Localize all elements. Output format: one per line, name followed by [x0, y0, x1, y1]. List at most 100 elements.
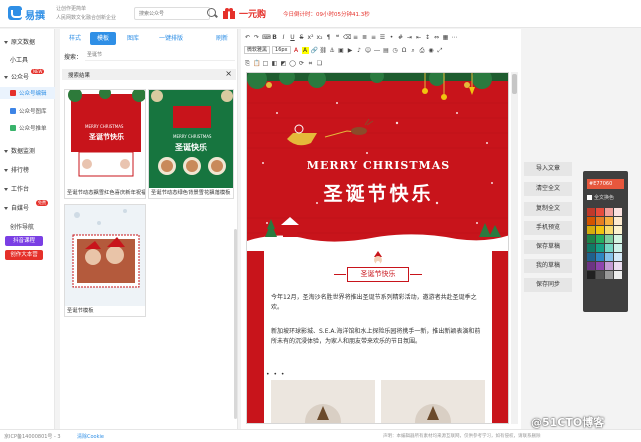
section-title[interactable]: 圣诞节快乐: [334, 267, 422, 282]
nav-item-monitoring[interactable]: 数据监测: [4, 146, 35, 155]
color-swatch[interactable]: [614, 226, 622, 234]
align-right-icon[interactable]: ≡: [370, 34, 377, 41]
search-replace-icon[interactable]: ⌕: [410, 47, 417, 54]
save-sync-button[interactable]: 保存同步: [524, 278, 572, 292]
paragraph-2[interactable]: 新加坡环球影城、S.E.A.海洋馆和水上探险乐园将携手一新，推出新颖表演和前所未…: [271, 327, 485, 347]
color-swatch[interactable]: [596, 271, 604, 279]
ordered-list-icon[interactable]: #: [397, 34, 404, 41]
date-icon[interactable]: ▤: [383, 47, 390, 54]
search-input[interactable]: [135, 8, 199, 19]
template-thumb[interactable]: MERRY CHRISTMAS 圣诞节快乐 圣诞节动态飘雪红色喜庆新年祝福: [64, 89, 146, 199]
special-char-icon[interactable]: Ω: [401, 47, 408, 54]
align-left-icon[interactable]: ≡: [352, 34, 359, 41]
article-body[interactable]: 圣诞节快乐 今年12月，圣淘沙名胜世界将推出圣诞节系列精彩活动，邀游者共赴圣诞季…: [264, 243, 492, 423]
promo-text[interactable]: 一元购: [239, 7, 266, 20]
border-icon[interactable]: □: [262, 60, 269, 67]
undo-icon[interactable]: ↶: [244, 34, 251, 41]
print-icon[interactable]: ⎙: [419, 47, 426, 54]
italic-icon[interactable]: I: [280, 34, 287, 41]
color-swatch[interactable]: [605, 217, 613, 225]
justify-icon[interactable]: ☰: [379, 34, 386, 41]
more-icon[interactable]: ⋯: [451, 34, 458, 41]
mobile-preview-button[interactable]: 手机预览: [524, 221, 572, 235]
nav-item-official-account[interactable]: 公众号: [4, 72, 29, 81]
align-center-icon[interactable]: ≣: [361, 34, 368, 41]
search-icon[interactable]: [207, 8, 216, 17]
link-icon[interactable]: 🔗: [311, 47, 318, 54]
color-swatch[interactable]: [587, 208, 595, 216]
paste-icon[interactable]: 📋: [253, 60, 260, 67]
outdent-icon[interactable]: ⇤: [415, 34, 422, 41]
table-icon[interactable]: ▦: [442, 34, 449, 41]
color-swatch[interactable]: [587, 253, 595, 261]
color-swatch[interactable]: [614, 244, 622, 252]
nav-item-workbench[interactable]: 工作台: [4, 184, 29, 193]
color-swatch[interactable]: [596, 217, 604, 225]
unlink-icon[interactable]: ⛓: [320, 47, 328, 54]
tab-one-click-layout[interactable]: 一键排版: [154, 32, 188, 45]
font-family-select[interactable]: 微软雅黑: [244, 46, 271, 54]
template-search-input[interactable]: [85, 50, 235, 61]
nav-sub-oa-editor[interactable]: 公众号编辑: [0, 87, 55, 99]
template-thumb[interactable]: 圣诞节模板: [64, 204, 146, 317]
clear-icon[interactable]: ⌫: [343, 34, 351, 41]
search-box[interactable]: [134, 7, 210, 20]
source-icon[interactable]: ⌨: [262, 34, 271, 41]
color-swatch[interactable]: [614, 235, 622, 243]
douyin-course-button[interactable]: 抖音课程: [5, 236, 43, 246]
template-thumb[interactable]: MERRY CHRISTMAS 圣诞快乐 圣诞节动态绿色背景雪花飘落模板: [148, 89, 234, 199]
nav-sub-oa-gallery[interactable]: 公众号图库: [10, 107, 47, 115]
whole-text-recolor[interactable]: 全文换色: [587, 194, 614, 201]
copy-format-icon[interactable]: ⎘: [244, 60, 251, 67]
import-article-button[interactable]: 导入文章: [524, 162, 572, 176]
spacing-icon[interactable]: ⇔: [433, 34, 440, 41]
color-swatch[interactable]: [605, 235, 613, 243]
format-icon[interactable]: ¶: [325, 34, 332, 41]
editor-scrollbar-thumb[interactable]: [512, 74, 517, 94]
color-swatch[interactable]: [605, 244, 613, 252]
video-icon[interactable]: ▶: [347, 47, 354, 54]
logo-text[interactable]: 易撰: [25, 7, 45, 22]
crop-icon[interactable]: ⌗: [307, 60, 314, 67]
rotate-icon[interactable]: ⟳: [298, 60, 305, 67]
layer-icon[interactable]: ❏: [316, 60, 323, 67]
indent-icon[interactable]: ⇥: [406, 34, 413, 41]
line-height-icon[interactable]: ↕: [424, 34, 431, 41]
copy-all-button[interactable]: 复制全文: [524, 202, 572, 216]
preview-icon[interactable]: ◉: [428, 47, 435, 54]
logo-icon[interactable]: [8, 6, 23, 20]
color-swatch[interactable]: [614, 253, 622, 261]
color-swatch[interactable]: [587, 217, 595, 225]
music-icon[interactable]: ♪: [356, 47, 363, 54]
anchor-icon[interactable]: ⚓: [329, 47, 336, 54]
bold-icon[interactable]: B: [271, 34, 278, 41]
template-scrollbar[interactable]: [234, 229, 237, 419]
save-draft-button[interactable]: 保存草稿: [524, 240, 572, 254]
color-swatch[interactable]: [596, 262, 604, 270]
color-swatch[interactable]: [614, 217, 622, 225]
redo-icon[interactable]: ↷: [253, 34, 260, 41]
color-swatch[interactable]: [614, 271, 622, 279]
nav-sub-oa-push[interactable]: 公众号推单: [10, 124, 47, 132]
color-swatch[interactable]: [587, 226, 595, 234]
close-icon[interactable]: ×: [225, 69, 232, 78]
color-swatch[interactable]: [605, 271, 613, 279]
clear-all-button[interactable]: 清空全文: [524, 182, 572, 196]
hr-icon[interactable]: ―: [374, 47, 381, 54]
font-color-icon[interactable]: A: [293, 47, 300, 54]
time-icon[interactable]: ◷: [392, 47, 399, 54]
bg-color-icon[interactable]: ◧: [271, 60, 278, 67]
paragraph-1[interactable]: 今年12月，圣淘沙名胜世界将推出圣诞节系列精彩活动，邀游者共赴圣诞季之欢。: [271, 293, 485, 313]
font-size-select[interactable]: 16px: [272, 46, 291, 54]
color-swatch[interactable]: [614, 208, 622, 216]
color-swatch[interactable]: [596, 244, 604, 252]
color-swatch[interactable]: [587, 244, 595, 252]
nav-item-original-data[interactable]: 原文数据: [4, 37, 35, 46]
creation-camp-button[interactable]: 创作大本营: [5, 250, 43, 260]
emoji-icon[interactable]: ☺: [365, 47, 372, 54]
strike-icon[interactable]: S: [298, 34, 305, 41]
underline-icon[interactable]: U: [289, 34, 296, 41]
color-swatch[interactable]: [605, 208, 613, 216]
nav-item-creation-nav[interactable]: 创作导航: [10, 222, 34, 231]
color-swatch[interactable]: [614, 262, 622, 270]
